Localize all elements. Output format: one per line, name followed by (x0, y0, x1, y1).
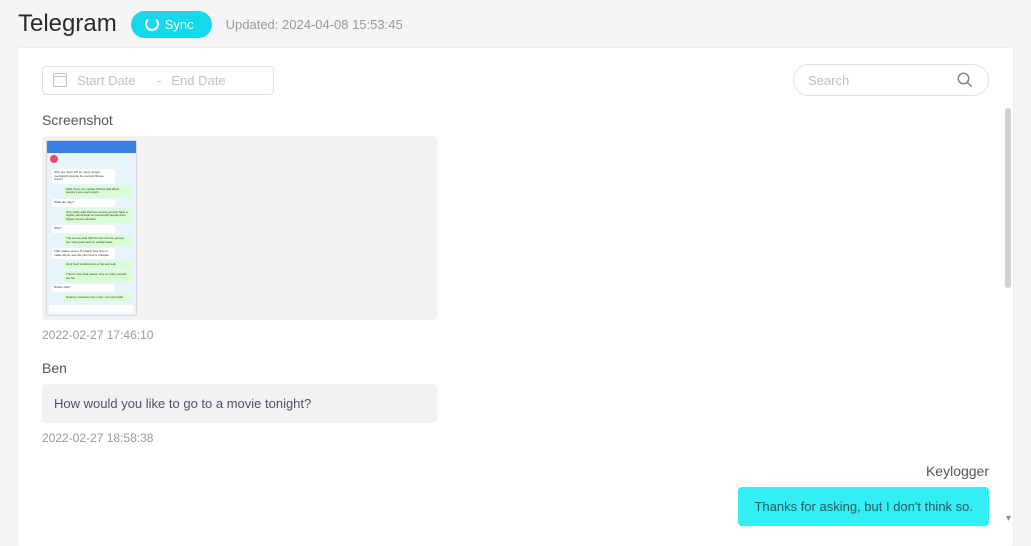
toolbar: - (18, 48, 1013, 112)
scrollbar[interactable] (1005, 108, 1011, 506)
message-bubble: Thanks for asking, but I don't think so. (738, 487, 989, 526)
message-item: Ben How would you like to go to a movie … (42, 360, 989, 445)
updated-label: Updated: 2024-04-08 15:53:45 (226, 17, 403, 32)
scrollbar-thumb[interactable] (1005, 108, 1011, 288)
message-sender: Screenshot (42, 112, 989, 128)
sync-button-label: Sync (165, 17, 194, 32)
message-item: Keylogger Thanks for asking, but I don't… (42, 463, 989, 526)
message-text: Thanks for asking, but I don't think so. (754, 499, 973, 514)
sync-button[interactable]: Sync (131, 11, 212, 38)
search-input[interactable] (808, 73, 948, 88)
message-sender: Keylogger (42, 463, 989, 479)
messages-list[interactable]: Screenshot Why are there still so many p… (18, 112, 1013, 542)
message-text: How would you like to go to a movie toni… (54, 396, 311, 411)
message-timestamp: 2022-02-27 18:58:38 (42, 431, 989, 445)
message-timestamp: 2022-02-27 17:46:10 (42, 328, 989, 342)
page-title: Telegram (18, 10, 117, 38)
page-header: Telegram Sync Updated: 2024-04-08 15:53:… (0, 0, 1031, 48)
start-date-input[interactable] (77, 73, 147, 88)
message-sender: Ben (42, 360, 989, 376)
date-range-picker[interactable]: - (42, 66, 274, 95)
main-panel: - Screenshot Why are there still so many… (18, 48, 1013, 546)
sync-icon (145, 17, 159, 31)
search-box[interactable] (793, 64, 989, 96)
message-item: Screenshot Why are there still so many p… (42, 112, 989, 342)
message-bubble: How would you like to go to a movie toni… (42, 384, 437, 423)
scroll-down-icon[interactable]: ▾ (1006, 513, 1011, 524)
end-date-input[interactable] (171, 73, 241, 88)
search-icon (956, 71, 974, 89)
screenshot-thumbnail[interactable]: Why are there still so many people overw… (46, 140, 137, 316)
calendar-icon (53, 73, 67, 87)
message-bubble[interactable]: Why are there still so many people overw… (42, 136, 437, 320)
date-separator: - (157, 73, 161, 88)
